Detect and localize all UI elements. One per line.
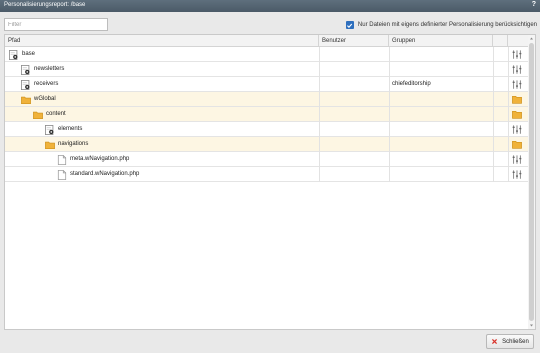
column-divider — [389, 152, 390, 167]
path-label: elements — [58, 126, 83, 132]
column-divider — [389, 47, 390, 62]
title-bar: Personalisierungsreport: /base ? — [0, 0, 540, 12]
open-folder-icon[interactable] — [512, 140, 522, 149]
scroll-down-icon[interactable] — [529, 323, 534, 328]
column-divider — [319, 92, 320, 107]
table-row[interactable]: navigations — [5, 137, 530, 152]
column-divider — [319, 62, 320, 77]
folder-icon — [33, 110, 43, 120]
column-header-spacer — [493, 35, 508, 47]
filter-input[interactable] — [4, 18, 108, 31]
path-label: receivers — [34, 81, 59, 87]
personalization-settings-icon[interactable] — [512, 65, 522, 74]
column-divider — [389, 137, 390, 152]
column-divider — [389, 92, 390, 107]
column-header-path[interactable]: Pfad — [5, 35, 319, 47]
column-divider — [508, 167, 509, 182]
table-row[interactable]: receivers chiefeditorship — [5, 77, 530, 92]
only-custom-option[interactable]: Nur Dateien mit eigens definierter Perso… — [345, 20, 537, 30]
column-divider — [389, 122, 390, 137]
vertical-scrollbar[interactable] — [528, 35, 535, 329]
column-divider — [508, 122, 509, 137]
path-label: standard.wNavigation.php — [70, 171, 140, 177]
grid-header: Pfad Benutzer Gruppen — [5, 35, 530, 47]
column-divider — [508, 137, 509, 152]
column-divider — [508, 77, 509, 92]
personalization-settings-icon[interactable] — [512, 80, 522, 89]
site-icon — [9, 50, 19, 60]
scroll-up-icon[interactable] — [529, 36, 534, 41]
column-divider — [508, 62, 509, 77]
column-divider — [508, 92, 509, 107]
column-divider — [319, 47, 320, 62]
column-divider — [493, 152, 494, 167]
column-divider — [493, 137, 494, 152]
column-divider — [493, 167, 494, 182]
close-button-label: Schließen — [502, 338, 529, 345]
scrollbar-thumb[interactable] — [529, 43, 534, 321]
personalization-settings-icon[interactable] — [512, 50, 522, 59]
column-divider — [508, 107, 509, 122]
folder-icon — [21, 95, 31, 105]
groups-cell: chiefeditorship — [392, 81, 431, 87]
site-icon — [21, 65, 31, 75]
column-divider — [508, 47, 509, 62]
checkmark-icon — [347, 23, 353, 28]
personalization-settings-icon[interactable] — [512, 170, 522, 179]
table-row[interactable]: newsletters — [5, 62, 530, 77]
open-folder-icon[interactable] — [512, 95, 522, 104]
table-row[interactable]: elements — [5, 122, 530, 137]
column-divider — [493, 107, 494, 122]
site-icon — [45, 125, 55, 135]
column-divider — [493, 62, 494, 77]
column-header-users[interactable]: Benutzer — [319, 35, 389, 47]
column-divider — [508, 152, 509, 167]
path-label: newsletters — [34, 66, 65, 72]
help-button[interactable]: ? — [532, 1, 536, 8]
file-icon — [57, 155, 67, 165]
column-divider — [493, 92, 494, 107]
close-x-icon — [492, 338, 498, 345]
table-row[interactable]: meta.wNavigation.php — [5, 152, 530, 167]
path-label: navigations — [58, 141, 89, 147]
file-icon — [57, 170, 67, 180]
column-divider — [319, 107, 320, 122]
column-header-groups[interactable]: Gruppen — [389, 35, 493, 47]
close-button[interactable]: Schließen — [486, 334, 534, 349]
column-divider — [493, 77, 494, 92]
column-divider — [389, 167, 390, 182]
path-label: meta.wNavigation.php — [70, 156, 130, 162]
path-label: content — [46, 111, 66, 117]
open-folder-icon[interactable] — [512, 110, 522, 119]
folder-icon — [45, 140, 55, 150]
report-grid: Pfad Benutzer Gruppen base newsletters rec… — [4, 34, 536, 330]
site-icon — [21, 80, 31, 90]
window-title: Personalisierungsreport: /base — [4, 2, 86, 8]
personalization-settings-icon[interactable] — [512, 155, 522, 164]
only-custom-label: Nur Dateien mit eigens definierter Perso… — [357, 22, 537, 28]
path-label: base — [22, 51, 36, 57]
column-divider — [319, 167, 320, 182]
personalization-settings-icon[interactable] — [512, 125, 522, 134]
column-divider — [389, 107, 390, 122]
toolbar: Nur Dateien mit eigens definierter Perso… — [0, 12, 540, 34]
column-divider — [319, 122, 320, 137]
table-row[interactable]: base — [5, 47, 530, 62]
table-row[interactable]: wGlobal — [5, 92, 530, 107]
column-divider — [319, 152, 320, 167]
column-divider — [389, 62, 390, 77]
only-custom-checkbox[interactable] — [345, 21, 354, 29]
column-divider — [493, 47, 494, 62]
path-label: wGlobal — [34, 96, 56, 102]
column-divider — [319, 137, 320, 152]
table-row[interactable]: standard.wNavigation.php — [5, 167, 530, 182]
column-divider — [389, 77, 390, 92]
column-divider — [319, 77, 320, 92]
table-row[interactable]: content — [5, 107, 530, 122]
column-divider — [493, 122, 494, 137]
